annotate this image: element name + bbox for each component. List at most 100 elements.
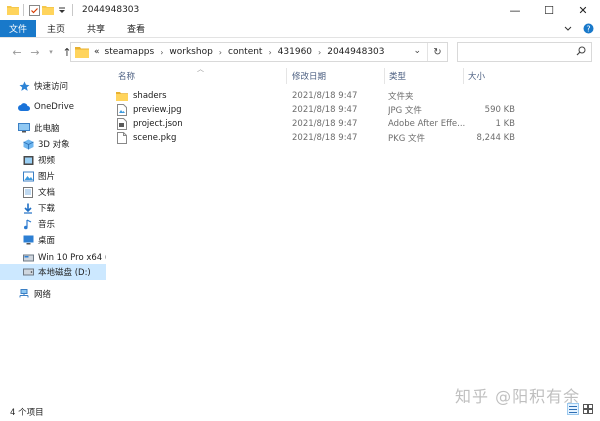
breadcrumb-item[interactable]: 2044948303 — [327, 47, 384, 57]
desktop-icon — [22, 234, 34, 246]
cube-icon — [22, 138, 34, 150]
video-icon — [22, 154, 34, 166]
minimize-button[interactable]: — — [498, 0, 532, 20]
expand-ribbon-icon[interactable] — [562, 23, 574, 35]
file-type: 文件夹 — [388, 92, 414, 102]
customize-toolbar-dropdown-icon[interactable] — [55, 3, 69, 17]
music-icon — [22, 218, 34, 230]
column-header-date[interactable]: 修改日期 — [292, 68, 326, 84]
ribbon-tabs: 文件 主页 共享 查看 ? — [0, 20, 600, 38]
forward-arrow-icon[interactable]: → — [28, 42, 42, 62]
file-row[interactable]: shaders 2021/8/18 9:47 文件夹 — [113, 89, 523, 103]
breadcrumb-overflow[interactable]: « — [94, 47, 100, 57]
download-icon — [22, 202, 34, 214]
file-date: 2021/8/18 9:47 — [292, 105, 358, 115]
folder-icon — [116, 90, 128, 102]
column-header-type[interactable]: 类型 — [389, 68, 406, 84]
tab-file[interactable]: 文件 — [0, 20, 37, 37]
sidebar-item-downloads[interactable]: 下载 — [0, 200, 106, 216]
breadcrumb-item[interactable]: steamapps — [105, 47, 155, 57]
breadcrumb-separator-icon[interactable]: › — [160, 48, 163, 57]
column-divider[interactable] — [384, 68, 385, 84]
search-box[interactable] — [457, 42, 592, 62]
quick-access-toolbar — [0, 0, 76, 20]
sidebar-item-drive-d[interactable]: 本地磁盘 (D:) — [0, 264, 106, 280]
details-view-icon[interactable] — [567, 403, 579, 415]
file-icon — [116, 132, 128, 144]
sidebar-item-desktop[interactable]: 桌面 — [0, 232, 106, 248]
refresh-icon[interactable]: ↻ — [427, 43, 447, 61]
picture-icon — [22, 170, 34, 182]
properties-icon[interactable] — [27, 3, 41, 17]
sidebar-item-label: 网络 — [34, 290, 52, 300]
file-name: scene.pkg — [133, 133, 177, 143]
new-folder-icon[interactable] — [41, 3, 55, 17]
file-size: 590 KB — [484, 105, 515, 115]
file-row[interactable]: scene.pkg 2021/8/18 9:47 PKG 文件 8,244 KB — [113, 131, 523, 145]
address-dropdown-icon[interactable]: ⌄ — [413, 46, 421, 56]
sort-ascending-icon: ︿ — [197, 65, 204, 73]
image-file-icon — [116, 104, 128, 116]
file-date: 2021/8/18 9:47 — [292, 119, 358, 129]
back-arrow-icon[interactable]: ← — [10, 42, 24, 62]
close-button[interactable]: ✕ — [566, 0, 600, 20]
sidebar-item-music[interactable]: 音乐 — [0, 216, 106, 232]
breadcrumb-item[interactable]: workshop — [169, 47, 212, 57]
file-row[interactable]: project.json 2021/8/18 9:47 Adobe After … — [113, 117, 523, 131]
sidebar-item-quick-access[interactable]: 快速访问 — [0, 78, 106, 94]
sidebar-item-onedrive[interactable]: OneDrive — [0, 99, 106, 115]
sidebar-item-label: 文档 — [38, 188, 56, 198]
search-icon[interactable] — [576, 46, 586, 59]
column-divider[interactable] — [286, 68, 287, 84]
file-date: 2021/8/18 9:47 — [292, 133, 358, 143]
breadcrumb-item[interactable]: content — [228, 47, 262, 57]
sidebar-item-network[interactable]: 网络 — [0, 286, 106, 302]
sidebar-item-label: 下载 — [38, 204, 56, 214]
sidebar-item-documents[interactable]: 文档 — [0, 184, 106, 200]
window-controls: — ☐ ✕ — [498, 0, 600, 20]
help-icon[interactable]: ? — [582, 23, 594, 35]
file-row[interactable]: preview.jpg 2021/8/18 9:47 JPG 文件 590 KB — [113, 103, 523, 117]
breadcrumb-separator-icon[interactable]: › — [268, 48, 271, 57]
sidebar-item-label: 视频 — [38, 156, 56, 166]
tab-share[interactable]: 共享 — [76, 20, 116, 37]
sidebar-item-videos[interactable]: 视频 — [0, 152, 106, 168]
breadcrumb-separator-icon[interactable]: › — [219, 48, 222, 57]
folder-icon — [75, 46, 89, 58]
sidebar-item-3d-objects[interactable]: 3D 对象 — [0, 136, 106, 152]
network-icon — [18, 288, 30, 300]
drive-icon — [22, 266, 34, 278]
tab-home[interactable]: 主页 — [36, 20, 76, 37]
breadcrumb: « steamapps › workshop › content › 43196… — [94, 47, 385, 57]
sidebar-item-label: 本地磁盘 (D:) — [38, 268, 91, 278]
breadcrumb-separator-icon[interactable]: › — [318, 48, 321, 57]
sidebar-item-label: 音乐 — [38, 220, 56, 230]
search-input[interactable] — [462, 45, 572, 59]
folder-icon — [6, 3, 20, 17]
file-size: 8,244 KB — [476, 133, 515, 143]
file-type: PKG 文件 — [388, 134, 425, 144]
sidebar-item-label: 3D 对象 — [38, 140, 70, 150]
file-name: shaders — [133, 91, 167, 101]
sidebar-item-label: 快速访问 — [34, 82, 69, 92]
breadcrumb-item[interactable]: 431960 — [278, 47, 312, 57]
sidebar-item-label: 此电脑 — [34, 124, 60, 134]
recent-locations-chevron-icon[interactable]: ▾ — [44, 42, 58, 62]
tab-view[interactable]: 查看 — [116, 20, 156, 37]
sidebar-item-label: 图片 — [38, 172, 56, 182]
column-divider[interactable] — [463, 68, 464, 84]
column-header-size[interactable]: 大小 — [468, 68, 485, 84]
large-icons-view-icon[interactable] — [582, 403, 594, 415]
column-header-name[interactable]: 名称 — [118, 68, 135, 84]
maximize-button[interactable]: ☐ — [532, 0, 566, 20]
address-bar[interactable]: « steamapps › workshop › content › 43196… — [70, 42, 448, 62]
file-size: 1 KB — [495, 119, 515, 129]
sidebar-item-pictures[interactable]: 图片 — [0, 168, 106, 184]
sidebar-item-label: OneDrive — [34, 102, 74, 112]
file-date: 2021/8/18 9:47 — [292, 91, 358, 101]
sidebar-item-label: 桌面 — [38, 236, 56, 246]
json-file-icon — [116, 118, 128, 130]
navigation-pane: 快速访问 OneDrive 此电脑 3D 对象 视频 图片 文档 下载 音乐 桌… — [0, 70, 106, 396]
status-item-count: 4 个项目 — [10, 408, 44, 418]
sidebar-item-this-pc[interactable]: 此电脑 — [0, 120, 106, 136]
